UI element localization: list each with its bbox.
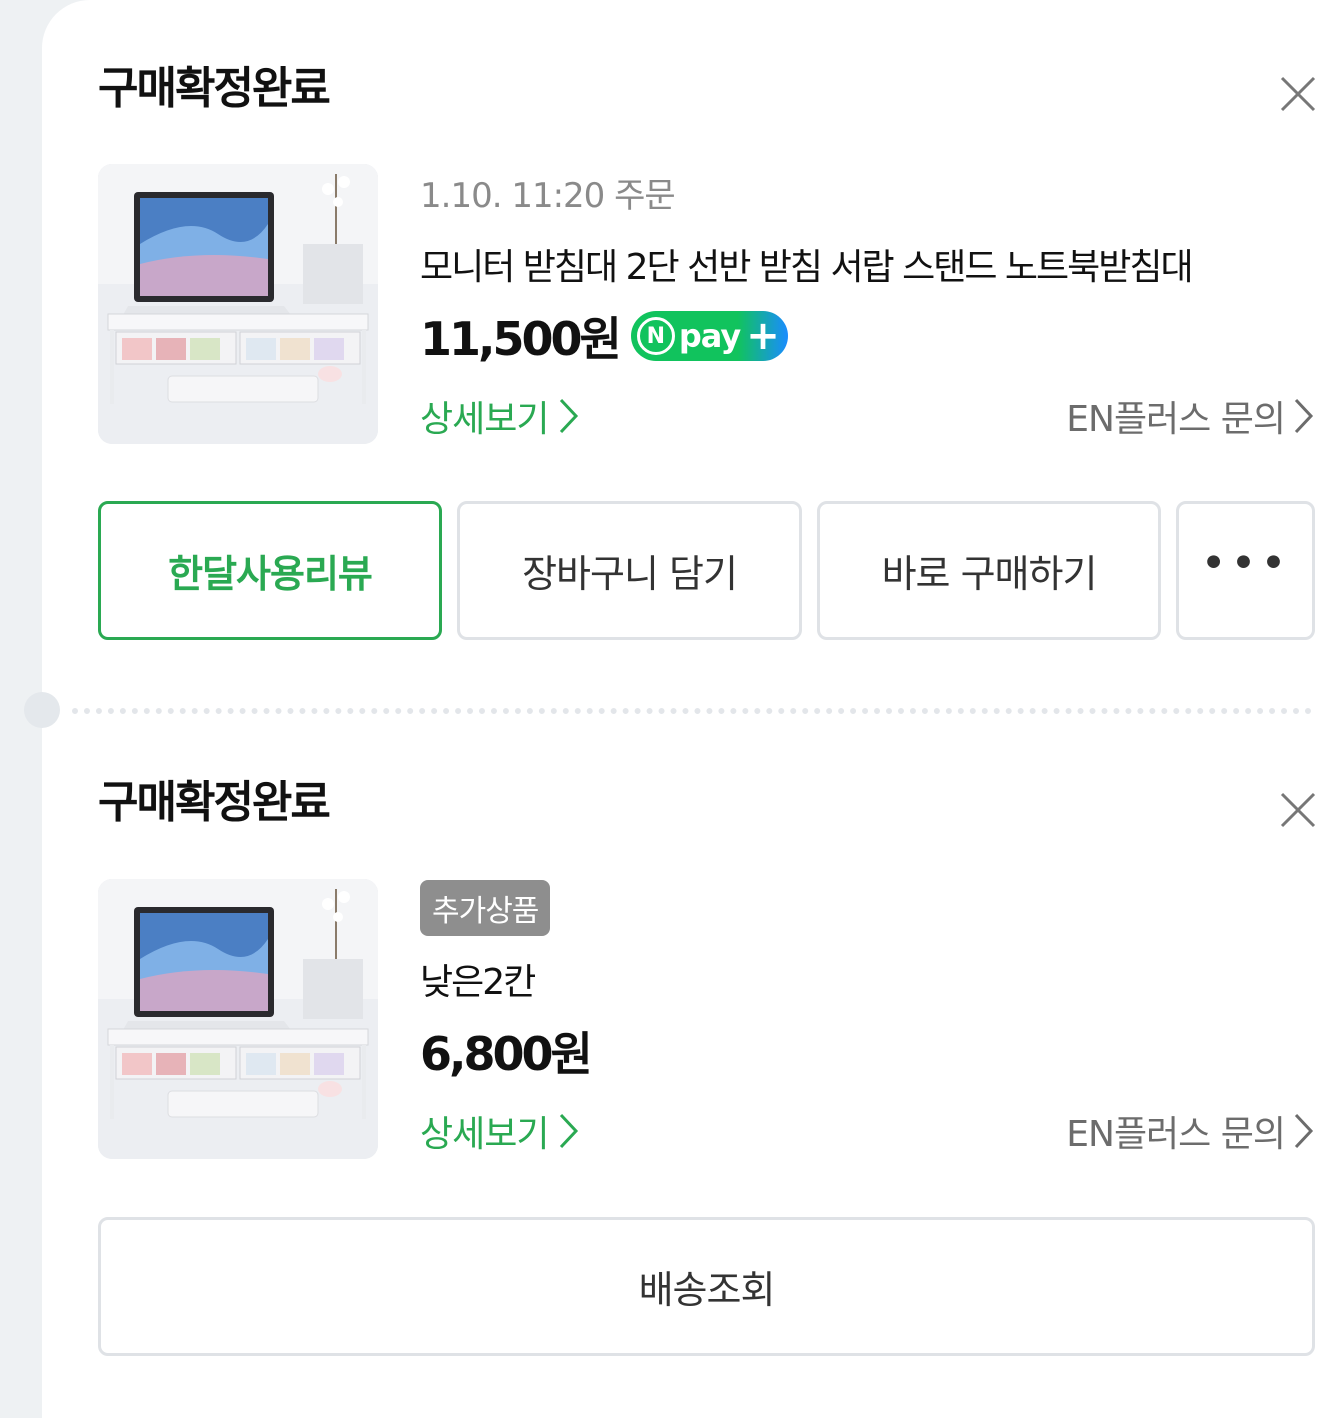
order-status-title: 구매확정완료	[98, 63, 331, 114]
monthly-review-button[interactable]: 한달사용리뷰	[98, 501, 442, 640]
product-thumbnail[interactable]	[98, 164, 378, 444]
add-on-product-badge: 추가상품	[420, 880, 551, 936]
product-name[interactable]: 낮은2칸	[420, 953, 536, 1005]
chevron-right-icon	[560, 1113, 579, 1149]
product-price: 6,800원	[420, 1027, 593, 1081]
npay-pay-label: pay	[678, 317, 741, 355]
chevron-right-icon	[560, 398, 579, 434]
chevron-right-icon	[1294, 1113, 1314, 1149]
more-options-button[interactable]: •••	[1176, 501, 1315, 640]
chevron-right-icon	[1294, 398, 1314, 434]
close-icon[interactable]	[1278, 74, 1318, 114]
detail-link-label: 상세보기	[420, 1114, 549, 1155]
seller-inquiry-label: EN플러스 문의	[1066, 1114, 1286, 1155]
detail-link-label: 상세보기	[420, 399, 549, 440]
product-thumbnail[interactable]	[98, 879, 378, 1159]
detail-link[interactable]: 상세보기	[420, 1105, 580, 1157]
seller-inquiry-link[interactable]: EN플러스 문의	[1066, 1105, 1315, 1157]
npay-plus-badge: N pay +	[630, 311, 788, 361]
order-divider	[72, 708, 1312, 714]
track-delivery-button[interactable]: 배송조회	[98, 1217, 1315, 1356]
add-on-badge-wrap: 추가상품	[420, 880, 551, 936]
npay-n-icon: N	[636, 317, 675, 355]
order-date: 1.10. 11:20 주문	[420, 176, 676, 216]
add-to-cart-button[interactable]: 장바구니 담기	[457, 501, 802, 640]
order-status-title: 구매확정완료	[98, 777, 331, 828]
seller-inquiry-link[interactable]: EN플러스 문의	[1066, 390, 1315, 442]
price-row: 11,500원 N pay +	[420, 303, 788, 369]
more-dots-icon: •••	[1200, 538, 1291, 589]
npay-plus-icon: +	[746, 313, 780, 359]
seller-inquiry-label: EN플러스 문의	[1066, 399, 1286, 440]
close-icon[interactable]	[1278, 790, 1318, 830]
product-price: 11,500원	[420, 312, 622, 366]
card-notch	[24, 692, 60, 728]
detail-link[interactable]: 상세보기	[420, 390, 580, 442]
buy-now-button[interactable]: 바로 구매하기	[817, 501, 1161, 640]
product-name[interactable]: 모니터 받침대 2단 선반 받침 서랍 스탠드 노트북받침대	[420, 238, 1194, 290]
